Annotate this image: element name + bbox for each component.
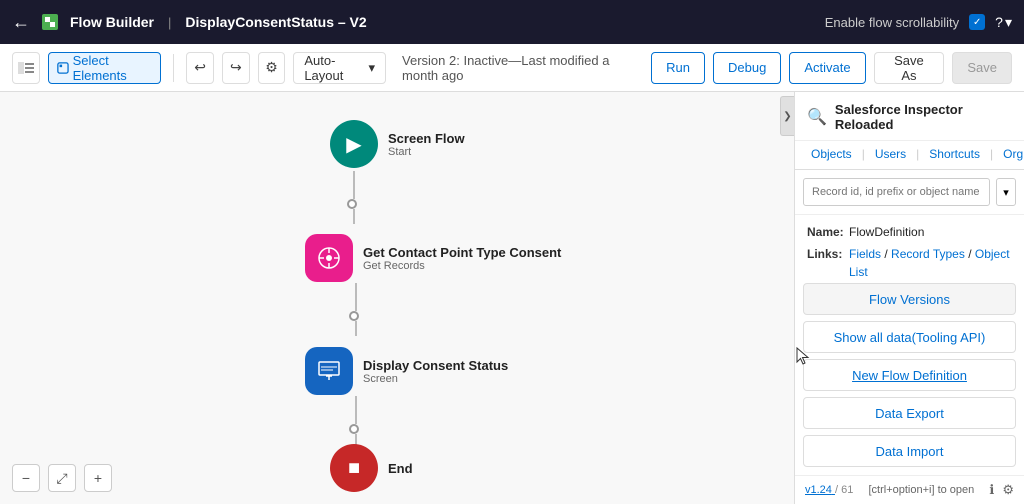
- back-button[interactable]: ←: [12, 12, 30, 33]
- start-node-icon: ▶: [330, 120, 378, 168]
- inspector-panel: 🔍 Salesforce Inspector Reloaded Objects …: [794, 92, 1024, 504]
- name-label: Name:: [807, 223, 845, 241]
- app-name: Flow Builder: [70, 14, 154, 30]
- flow-versions-button[interactable]: Flow Versions: [803, 283, 1016, 315]
- tab-users[interactable]: Users: [867, 141, 914, 169]
- toolbar-separator: [173, 54, 174, 82]
- panel-expand-handle[interactable]: ❯: [780, 96, 794, 136]
- start-node-subtitle: Start: [388, 146, 465, 158]
- run-button[interactable]: Run: [651, 52, 705, 84]
- screen-icon: [305, 347, 353, 395]
- scrollability-checkbox[interactable]: ✓: [969, 14, 985, 30]
- links-row: Links: Fields / Record Types / Object Li…: [807, 245, 1012, 279]
- fit-button[interactable]: ⤢: [48, 464, 76, 492]
- toggle-sidebar-button[interactable]: [12, 52, 40, 84]
- flow-title: DisplayConsentStatus – V2: [185, 14, 366, 30]
- connector-2: [353, 283, 359, 336]
- flow-node-start[interactable]: ▶ Screen Flow Start: [330, 120, 465, 168]
- shortcut-hint: [ctrl+option+i] to open: [868, 484, 974, 496]
- main-area: ▶ Screen Flow Start: [0, 92, 1024, 504]
- zoom-in-button[interactable]: +: [84, 464, 112, 492]
- inspector-title: Salesforce Inspector Reloaded: [835, 102, 1012, 132]
- redo-button[interactable]: ↪: [222, 52, 250, 84]
- data-import-button[interactable]: Data Import: [803, 435, 1016, 467]
- app-icon: [40, 12, 60, 32]
- save-button[interactable]: Save: [952, 52, 1012, 84]
- tab-org[interactable]: Org: [995, 141, 1024, 169]
- debug-button[interactable]: Debug: [713, 52, 781, 84]
- help-button[interactable]: ? ▾: [995, 14, 1012, 31]
- settings-button[interactable]: ⚙: [258, 52, 286, 84]
- scrollability-label: Enable flow scrollability: [825, 15, 959, 30]
- zoom-controls: − ⤢ +: [12, 464, 112, 492]
- get-records-subtitle: Get Records: [363, 260, 561, 272]
- undo-button[interactable]: ↩: [186, 52, 214, 84]
- layout-dropdown[interactable]: Auto-Layout ▾: [293, 52, 386, 84]
- link-record-types[interactable]: Record Types: [891, 247, 965, 261]
- link-fields[interactable]: Fields: [849, 247, 881, 261]
- screen-title: Display Consent Status: [363, 358, 508, 373]
- separator: |: [168, 15, 171, 30]
- end-node-title: End: [388, 461, 413, 476]
- version-link[interactable]: v1.24: [805, 484, 835, 496]
- name-value: FlowDefinition: [849, 223, 924, 241]
- data-export-button[interactable]: Data Export: [803, 397, 1016, 429]
- end-node-icon: ■: [330, 444, 378, 492]
- activate-button[interactable]: Activate: [789, 52, 865, 84]
- screen-subtitle: Screen: [363, 373, 508, 385]
- name-row: Name: FlowDefinition: [807, 223, 1012, 241]
- search-dropdown[interactable]: ▾: [996, 178, 1016, 206]
- inspector-tabs: Objects | Users | Shortcuts | Org: [795, 141, 1024, 170]
- inspector-content: Name: FlowDefinition Links: Fields / Rec…: [795, 215, 1024, 279]
- select-elements-button[interactable]: Select Elements: [48, 52, 162, 84]
- show-all-data-button[interactable]: Show all data(Tooling API): [803, 321, 1016, 353]
- top-nav: ← Flow Builder | DisplayConsentStatus – …: [0, 0, 1024, 44]
- settings-footer-icon[interactable]: ⚙: [1002, 482, 1014, 498]
- toolbar: Select Elements ↩ ↪ ⚙ Auto-Layout ▾ Vers…: [0, 44, 1024, 92]
- flow-node-get-records[interactable]: Get Contact Point Type Consent Get Recor…: [305, 234, 561, 282]
- connector-3: [353, 396, 359, 449]
- inspector-footer: v1.24 / 61 [ctrl+option+i] to open ℹ ⚙: [795, 475, 1024, 504]
- new-flow-definition-button[interactable]: New Flow Definition: [803, 359, 1016, 391]
- tab-shortcuts[interactable]: Shortcuts: [921, 141, 988, 169]
- save-as-button[interactable]: Save As: [874, 52, 945, 84]
- zoom-out-button[interactable]: −: [12, 464, 40, 492]
- count-value: 61: [841, 484, 853, 496]
- tab-objects[interactable]: Objects: [803, 141, 860, 169]
- inspector-search: ▾: [795, 170, 1024, 215]
- inspector-icon: 🔍: [807, 107, 827, 127]
- flow-nodes-container: ▶ Screen Flow Start: [0, 92, 794, 504]
- inspector-header: 🔍 Salesforce Inspector Reloaded: [795, 92, 1024, 141]
- select-elements-label: Select Elements: [73, 53, 153, 83]
- inspector-buttons: Flow Versions Show all data(Tooling API)…: [795, 279, 1024, 475]
- search-input[interactable]: [803, 178, 990, 206]
- flow-canvas[interactable]: ▶ Screen Flow Start: [0, 92, 794, 504]
- links-label: Links:: [807, 245, 845, 279]
- start-node-title: Screen Flow: [388, 131, 465, 146]
- get-records-icon: [305, 234, 353, 282]
- footer-icons: ℹ ⚙: [989, 482, 1014, 498]
- info-icon[interactable]: ℹ: [989, 482, 994, 498]
- get-records-title: Get Contact Point Type Consent: [363, 245, 561, 260]
- version-info: Version 2: Inactive—Last modified a mont…: [402, 53, 635, 83]
- connector-1: [353, 171, 355, 224]
- flow-node-end[interactable]: ■ End: [330, 444, 413, 492]
- flow-node-screen[interactable]: Display Consent Status Screen: [305, 347, 508, 395]
